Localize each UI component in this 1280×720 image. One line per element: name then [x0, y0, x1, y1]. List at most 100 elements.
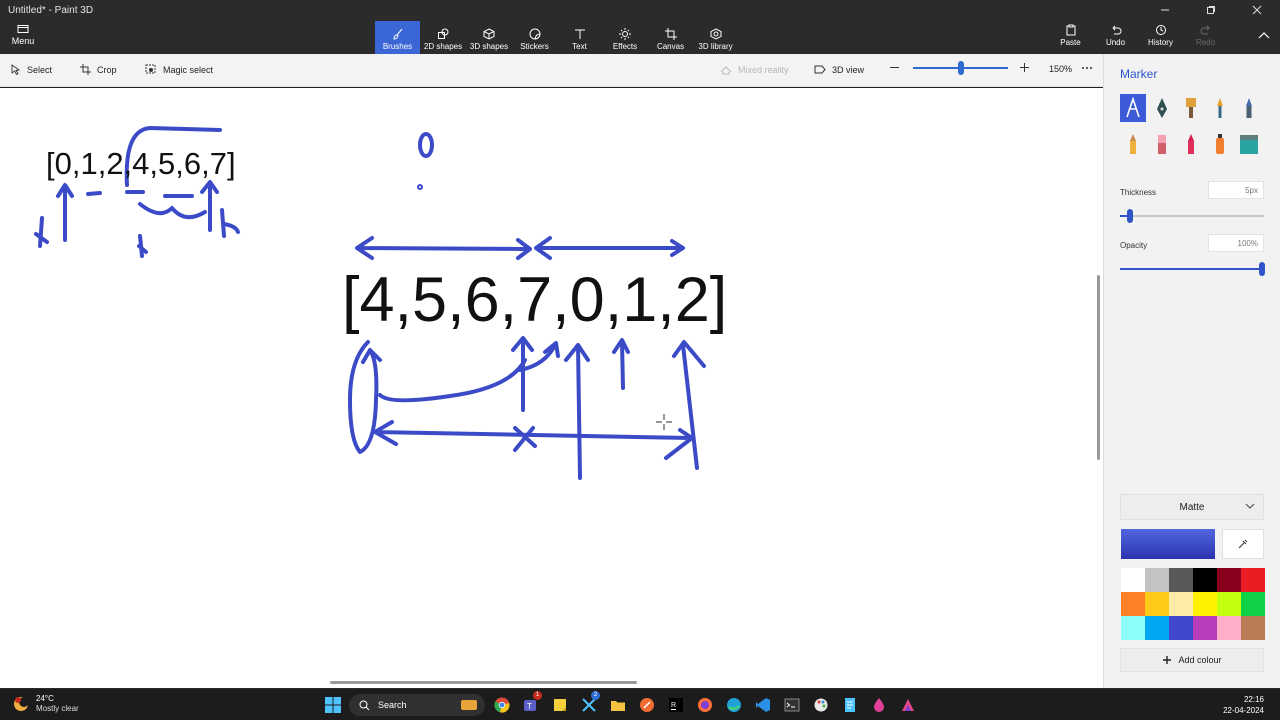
- 3d-view-button[interactable]: 3D view: [814, 64, 864, 75]
- color-swatch[interactable]: [1241, 568, 1265, 592]
- brush-marker[interactable]: [1120, 94, 1146, 122]
- taskbar-paint[interactable]: [808, 693, 833, 717]
- taskbar-teams[interactable]: T 1: [518, 691, 543, 717]
- maximize-button[interactable]: [1188, 0, 1234, 20]
- undo-button[interactable]: Undo: [1093, 24, 1138, 47]
- canvas-drawing: [0,1,2,4,5,6,7] [4,5,6,7,0,1,2]: [34, 126, 727, 480]
- thickness-slider-thumb[interactable]: [1127, 209, 1134, 223]
- ribbon-bar: Untitled* - Paint 3D Menu Brushes 2D sha…: [0, 0, 1280, 54]
- color-swatch[interactable]: [1193, 568, 1217, 592]
- vertical-scrollbar[interactable]: [1097, 275, 1100, 460]
- weather-widget[interactable]: 24°C Mostly clear: [12, 694, 79, 714]
- app-badge: 2: [591, 691, 600, 700]
- minimize-button[interactable]: [1142, 0, 1188, 20]
- opacity-input[interactable]: 100%: [1208, 234, 1264, 252]
- tab-label: Effects: [612, 42, 638, 51]
- color-swatch[interactable]: [1145, 616, 1169, 640]
- color-swatch[interactable]: [1169, 592, 1193, 616]
- tab-3d-shapes[interactable]: 3D shapes: [466, 21, 512, 54]
- brush-calligraphy[interactable]: [1149, 94, 1175, 122]
- ink-stroke: [378, 358, 527, 403]
- taskbar-firefox[interactable]: [692, 693, 717, 717]
- brush-pixel[interactable]: [1236, 94, 1262, 122]
- select-button[interactable]: Select: [11, 64, 52, 75]
- taskbar-notepad[interactable]: [837, 693, 862, 717]
- taskbar-postman[interactable]: [634, 693, 659, 717]
- brush-pencil[interactable]: [1120, 130, 1146, 158]
- tab-canvas[interactable]: Canvas: [648, 21, 693, 54]
- 3d-library-icon: [710, 28, 721, 40]
- taskbar-vscode[interactable]: [750, 693, 775, 717]
- color-swatch[interactable]: [1217, 616, 1241, 640]
- crop-button[interactable]: Crop: [80, 64, 117, 75]
- folder-icon: [17, 25, 29, 33]
- color-swatch[interactable]: [1121, 592, 1145, 616]
- stickers-icon: [529, 28, 540, 40]
- tab-3d-library[interactable]: 3D library: [693, 21, 738, 54]
- selected-color-preview[interactable]: [1121, 529, 1215, 559]
- zoom-slider-thumb[interactable]: [958, 61, 964, 75]
- eyedropper-icon: [1238, 539, 1248, 549]
- color-swatch[interactable]: [1169, 616, 1193, 640]
- brush-watercolor[interactable]: [1207, 94, 1233, 122]
- more-options-button[interactable]: [1081, 62, 1093, 73]
- horizontal-scrollbar[interactable]: [330, 681, 637, 684]
- color-swatch[interactable]: [1193, 616, 1217, 640]
- finish-dropdown[interactable]: Matte: [1120, 494, 1264, 520]
- system-clock[interactable]: 22:16 22-04-2024: [1223, 694, 1264, 716]
- color-swatch[interactable]: [1217, 568, 1241, 592]
- brush-oil[interactable]: [1178, 94, 1204, 122]
- start-button[interactable]: [320, 693, 345, 717]
- taskbar-snipping[interactable]: 2: [576, 691, 601, 717]
- color-swatch[interactable]: [1241, 592, 1265, 616]
- color-swatch[interactable]: [1217, 592, 1241, 616]
- close-button[interactable]: [1234, 0, 1280, 20]
- taskbar-search[interactable]: Search: [349, 694, 485, 716]
- menu-button[interactable]: Menu: [8, 24, 38, 46]
- color-swatch[interactable]: [1121, 568, 1145, 592]
- thickness-slider-track[interactable]: [1120, 215, 1264, 217]
- eyedropper-button[interactable]: [1222, 529, 1264, 559]
- tab-brushes[interactable]: Brushes: [375, 21, 420, 54]
- thickness-input[interactable]: 5px: [1208, 181, 1264, 199]
- taskbar-edge[interactable]: [721, 693, 746, 717]
- color-swatch[interactable]: [1121, 616, 1145, 640]
- zoom-level: 150%: [1049, 64, 1073, 74]
- taskbar-rider[interactable]: R: [663, 693, 688, 717]
- taskbar-chrome[interactable]: [489, 693, 514, 717]
- ink-stroke: [513, 426, 537, 452]
- opacity-slider-thumb[interactable]: [1259, 262, 1265, 276]
- color-swatch[interactable]: [1145, 592, 1169, 616]
- color-swatch[interactable]: [1145, 568, 1169, 592]
- tab-2d-shapes[interactable]: 2D shapes: [420, 21, 466, 54]
- taskbar-terminal[interactable]: [779, 693, 804, 717]
- taskbar-paint-3d[interactable]: [866, 693, 891, 717]
- zoom-in-button[interactable]: [1019, 62, 1030, 73]
- redo-label: Redo: [1195, 38, 1216, 47]
- color-swatch[interactable]: [1241, 616, 1265, 640]
- tab-effects[interactable]: Effects: [602, 21, 648, 54]
- collapse-ribbon-button[interactable]: [1258, 30, 1270, 42]
- taskbar-sticky-notes[interactable]: [547, 693, 572, 717]
- redo-button[interactable]: Redo: [1183, 24, 1228, 47]
- add-colour-button[interactable]: Add colour: [1120, 648, 1264, 672]
- color-swatch[interactable]: [1193, 592, 1217, 616]
- brush-eraser[interactable]: [1149, 130, 1175, 158]
- taskbar-file-explorer[interactable]: [605, 693, 630, 717]
- brush-fill[interactable]: [1236, 130, 1262, 158]
- brush-spray[interactable]: [1207, 130, 1233, 158]
- color-swatch[interactable]: [1169, 568, 1193, 592]
- tab-text[interactable]: Text: [557, 21, 602, 54]
- paste-button[interactable]: Paste: [1048, 24, 1093, 47]
- drawing-canvas[interactable]: [0,1,2,4,5,6,7] [4,5,6,7,0,1,2]: [0, 88, 1103, 688]
- magic-select-button[interactable]: Magic select: [145, 64, 213, 75]
- history-button[interactable]: History: [1138, 24, 1183, 47]
- mixed-reality-button[interactable]: Mixed reality: [720, 64, 789, 75]
- tab-stickers[interactable]: Stickers: [512, 21, 557, 54]
- opacity-slider-track[interactable]: [1120, 268, 1264, 270]
- window-title: Untitled* - Paint 3D: [8, 5, 94, 16]
- eraser-icon: [1158, 135, 1166, 154]
- zoom-out-button[interactable]: [889, 62, 900, 73]
- brush-crayon[interactable]: [1178, 130, 1204, 158]
- taskbar-figma[interactable]: [895, 693, 920, 717]
